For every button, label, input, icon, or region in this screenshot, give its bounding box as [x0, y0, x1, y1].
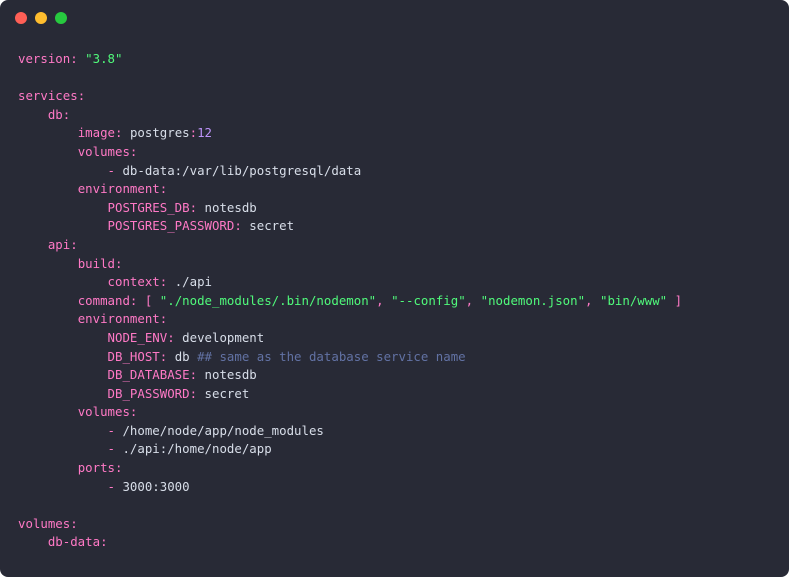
yaml-string: "nodemon.json" — [481, 293, 585, 308]
yaml-value: ./api:/home/node/app — [122, 441, 271, 456]
yaml-dash: - — [108, 423, 115, 438]
colon: : — [130, 404, 137, 419]
yaml-value: notesdb — [205, 200, 257, 215]
yaml-key: image — [78, 125, 115, 140]
yaml-value: ./api — [175, 274, 212, 289]
yaml-key: build — [78, 256, 115, 271]
yaml-comment: ## same as the database service name — [197, 349, 466, 364]
yaml-number: 12 — [197, 125, 212, 140]
bracket: [ — [145, 293, 152, 308]
yaml-string: "3.8" — [85, 51, 122, 66]
comma: , — [585, 293, 592, 308]
yaml-value: development — [182, 330, 264, 345]
yaml-key: version — [18, 51, 70, 66]
yaml-key: context — [108, 274, 160, 289]
colon: : — [63, 107, 70, 122]
zoom-icon[interactable] — [55, 12, 67, 24]
code-block: version: "3.8" services: db: image: post… — [0, 36, 789, 572]
yaml-value: 3000:3000 — [122, 479, 189, 494]
yaml-string: "./node_modules/.bin/nodemon" — [160, 293, 376, 308]
yaml-key: environment — [78, 311, 160, 326]
colon: : — [167, 330, 174, 345]
yaml-key: POSTGRES_DB — [108, 200, 190, 215]
colon: : — [78, 88, 85, 103]
colon: : — [190, 386, 197, 401]
yaml-string: "--config" — [391, 293, 466, 308]
yaml-key: volumes — [78, 404, 130, 419]
colon: : — [160, 181, 167, 196]
yaml-value: notesdb — [205, 367, 257, 382]
yaml-key: volumes — [78, 144, 130, 159]
yaml-value: db-data:/var/lib/postgresql/data — [122, 163, 361, 178]
colon: : — [160, 311, 167, 326]
yaml-dash: - — [108, 163, 115, 178]
colon: : — [190, 367, 197, 382]
yaml-key: services — [18, 88, 78, 103]
yaml-key: DB_PASSWORD — [108, 386, 190, 401]
colon: : — [130, 144, 137, 159]
colon: : — [160, 349, 167, 364]
window-titlebar — [0, 0, 789, 36]
yaml-dash: - — [108, 479, 115, 494]
comma: , — [376, 293, 383, 308]
colon: : — [100, 534, 107, 549]
yaml-value: postgres — [130, 125, 190, 140]
colon: : — [234, 218, 241, 233]
yaml-value: secret — [249, 218, 294, 233]
comma: , — [466, 293, 473, 308]
yaml-key: volumes — [18, 516, 70, 531]
yaml-value: db — [175, 349, 190, 364]
code-window: version: "3.8" services: db: image: post… — [0, 0, 789, 577]
colon: : — [190, 125, 197, 140]
colon: : — [190, 200, 197, 215]
colon: : — [160, 274, 167, 289]
yaml-key: db — [48, 107, 63, 122]
bracket: ] — [675, 293, 682, 308]
yaml-key: ports — [78, 460, 115, 475]
colon: : — [115, 125, 122, 140]
yaml-key: POSTGRES_PASSWORD — [108, 218, 235, 233]
yaml-dash: - — [108, 441, 115, 456]
yaml-value: /home/node/app/node_modules — [122, 423, 323, 438]
yaml-key: command — [78, 293, 130, 308]
yaml-key: DB_HOST — [108, 349, 160, 364]
yaml-key: api — [48, 237, 70, 252]
yaml-key: environment — [78, 181, 160, 196]
colon: : — [115, 256, 122, 271]
colon: : — [70, 51, 77, 66]
close-icon[interactable] — [15, 12, 27, 24]
yaml-key: NODE_ENV — [108, 330, 168, 345]
colon: : — [70, 237, 77, 252]
minimize-icon[interactable] — [35, 12, 47, 24]
colon: : — [130, 293, 137, 308]
colon: : — [115, 460, 122, 475]
yaml-key: db-data — [48, 534, 100, 549]
yaml-value: secret — [205, 386, 250, 401]
colon: : — [70, 516, 77, 531]
yaml-key: DB_DATABASE — [108, 367, 190, 382]
yaml-string: "bin/www" — [600, 293, 667, 308]
